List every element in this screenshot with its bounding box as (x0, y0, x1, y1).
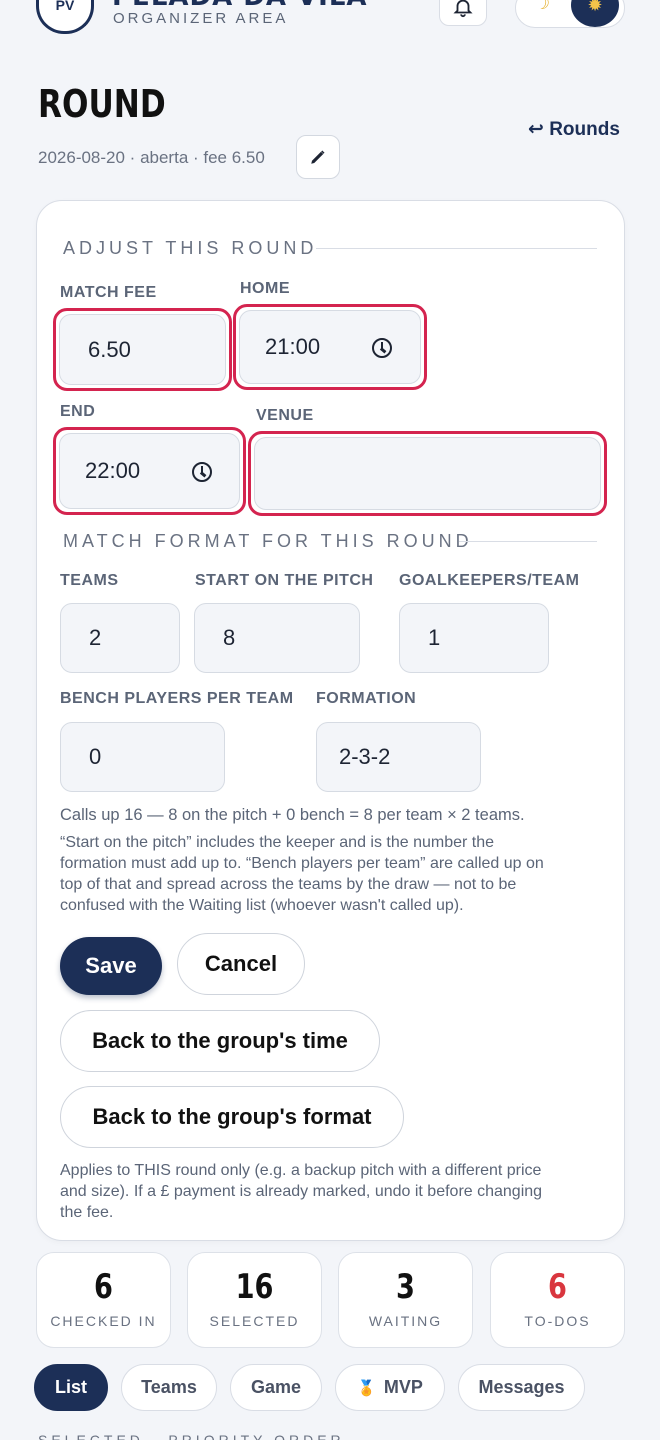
back-to-group-time-button[interactable]: Back to the group's time (60, 1010, 380, 1072)
logo-initials: PV (55, 0, 75, 13)
home-time-value: 21:00 (265, 334, 321, 359)
stat-waiting: 3 WAITING (338, 1252, 473, 1348)
bell-icon (453, 0, 473, 18)
stat-todos: 6 TO-DOS (490, 1252, 625, 1348)
brand-subtitle: ORGANIZER AREA (113, 10, 289, 27)
stat-label: CHECKED IN (50, 1313, 157, 1329)
clock-icon[interactable] (372, 338, 392, 358)
stat-label: SELECTED (209, 1313, 300, 1329)
tab-mvp[interactable]: 🏅 MVP (335, 1364, 445, 1411)
notifications-button[interactable] (439, 0, 487, 26)
tab-list[interactable]: List (34, 1364, 108, 1411)
end-time-label: END (60, 403, 96, 420)
divider (459, 541, 597, 542)
moon-icon: ☽ (534, 0, 551, 13)
help-line: top of that and spread across the teams … (60, 876, 517, 893)
help-line: confused with the Waiting list (whoever … (60, 897, 464, 914)
stat-value: 6 (548, 1267, 567, 1307)
formation-label: FORMATION (316, 690, 417, 707)
logo: PV (36, 0, 94, 34)
bench-players-label: BENCH PLAYERS PER TEAM (60, 690, 294, 707)
back-to-group-format-button[interactable]: Back to the group's format (60, 1086, 404, 1148)
stat-checked-in: 6 CHECKED IN (36, 1252, 171, 1348)
match-fee-input[interactable]: 6.50 (59, 314, 226, 385)
stat-value: 3 (396, 1267, 415, 1307)
formation-input[interactable]: 2-3-2 (316, 722, 481, 792)
home-time-input[interactable]: 21:00 (239, 310, 421, 384)
fee-note: Applies to THIS round only (e.g. a backu… (60, 1160, 542, 1223)
round-meta: 2026-08-20 · aberta · fee 6.50 (38, 148, 265, 167)
bench-players-input[interactable]: 0 (60, 722, 225, 792)
stat-selected: 16 SELECTED (187, 1252, 322, 1348)
note-line: and size). If a £ payment is already mar… (60, 1183, 543, 1200)
note-line: the fee. (60, 1204, 114, 1221)
venue-label: VENUE (256, 407, 314, 424)
goalkeepers-input[interactable]: 1 (399, 603, 549, 673)
home-time-label: HOME (240, 280, 290, 297)
help-line: formation must add up to. “Bench players… (60, 855, 544, 872)
help-line: “Start on the pitch” includes the keeper… (60, 834, 495, 851)
end-time-value: 22:00 (85, 458, 141, 483)
end-time-input[interactable]: 22:00 (59, 433, 240, 509)
sun-icon: ✹ (571, 0, 619, 27)
pencil-icon (311, 150, 325, 164)
teams-label: TEAMS (60, 572, 119, 589)
section-heading-adjust: ADJUST THIS ROUND (63, 238, 318, 258)
tab-teams[interactable]: Teams (121, 1364, 217, 1411)
edit-button[interactable] (296, 135, 340, 179)
note-line: Applies to THIS round only (e.g. a backu… (60, 1162, 542, 1179)
section-heading-format: MATCH FORMAT FOR THIS ROUND (63, 531, 473, 551)
medal-icon: 🏅 (357, 1379, 376, 1397)
tab-game[interactable]: Game (230, 1364, 322, 1411)
venue-input[interactable] (254, 437, 601, 510)
divider (316, 248, 597, 249)
save-button[interactable]: Save (60, 937, 162, 995)
start-on-pitch-label: START ON THE PITCH (195, 572, 374, 589)
teams-input[interactable]: 2 (60, 603, 180, 673)
stat-value: 6 (94, 1267, 113, 1307)
tab-messages[interactable]: Messages (458, 1364, 585, 1411)
selected-section-heading: SELECTED · PRIORITY ORDER (38, 1432, 345, 1440)
page-title: ROUND (38, 82, 166, 126)
tab-mvp-label: MVP (383, 1377, 423, 1397)
start-on-pitch-input[interactable]: 8 (194, 603, 360, 673)
stat-value: 16 (235, 1267, 274, 1307)
match-fee-label: MATCH FEE (60, 284, 157, 301)
theme-toggle[interactable]: ☽ ✹ (515, 0, 625, 28)
clock-icon[interactable] (192, 462, 212, 482)
callup-summary: Calls up 16 — 8 on the pitch + 0 bench =… (60, 806, 525, 824)
stat-label: WAITING (368, 1313, 443, 1329)
format-help-text: “Start on the pitch” includes the keeper… (60, 832, 544, 916)
goalkeepers-label: GOALKEEPERS/TEAM (399, 572, 580, 589)
stat-label: TO-DOS (524, 1313, 591, 1329)
cancel-button[interactable]: Cancel (177, 933, 305, 995)
back-to-rounds-link[interactable]: ↩ Rounds (528, 118, 620, 141)
